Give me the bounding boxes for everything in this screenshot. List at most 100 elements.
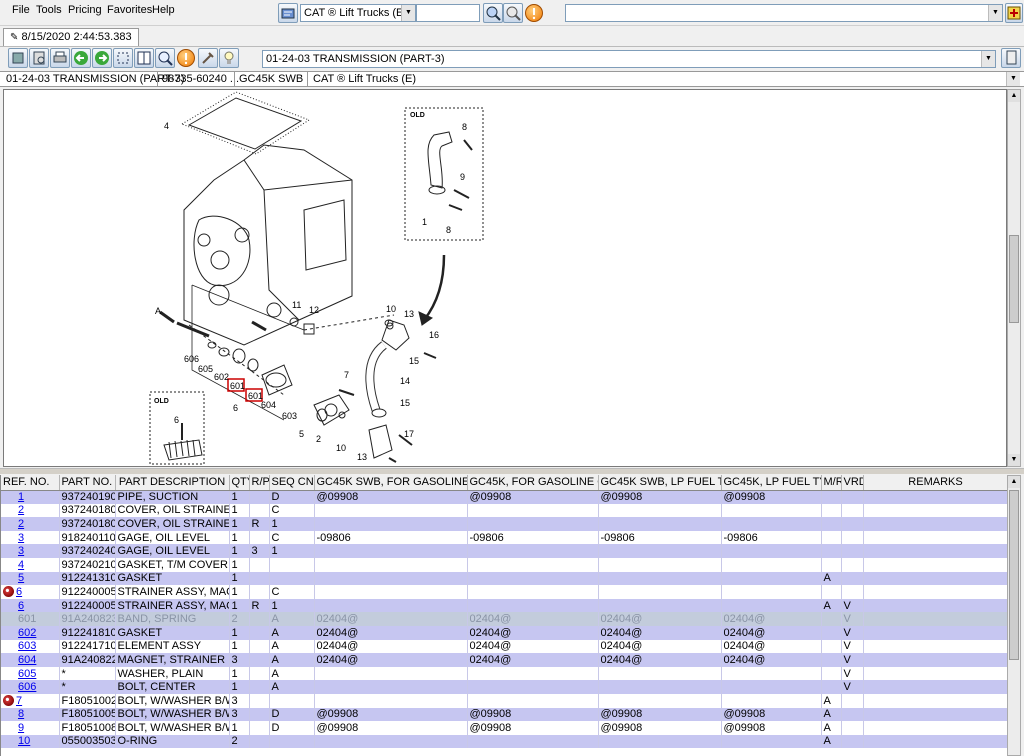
info-serial: 98735-60240 ...	[162, 73, 240, 85]
zoom-icon[interactable]	[155, 48, 175, 68]
ref-link[interactable]: 2	[18, 504, 24, 516]
chevron-down-icon[interactable]: ▼	[988, 5, 1002, 21]
alert-icon[interactable]	[525, 4, 543, 22]
cell-gc45k-gas	[467, 666, 599, 681]
col-mr[interactable]: M/R	[821, 475, 842, 491]
ref-link[interactable]: 604	[18, 654, 36, 666]
catalog-select[interactable]: CAT ® Lift Trucks (E) ▼	[300, 4, 416, 22]
ref-link[interactable]: 603	[18, 640, 36, 652]
table-row[interactable]: 60191A2408231BAND, SPRING2A02404@02404@0…	[1, 612, 1007, 626]
table-row[interactable]: 9F180510085BOLT, W/WASHER B/W1D@09908@09…	[1, 721, 1007, 735]
table-row[interactable]: 39182401102GAGE, OIL LEVEL1C-09806-09806…	[1, 530, 1007, 545]
tab-session[interactable]: ✎ 8/15/2020 2:44:53.383	[3, 28, 139, 46]
ref-link[interactable]: 8	[18, 708, 24, 720]
add-favorite-icon[interactable]	[1005, 3, 1023, 23]
table-row[interactable]: 4 9372402100GASKET, T/M COVER1	[1, 557, 1007, 572]
table-row[interactable]: 69122400052STRAINER ASSY, MAGNET1R1AV	[1, 598, 1007, 613]
ref-link[interactable]: 6	[16, 586, 22, 598]
table-row[interactable]: 29372401801COVER, OIL STRAINER1R1	[1, 517, 1007, 531]
menu-pricing[interactable]: Pricing	[68, 4, 102, 16]
back-icon[interactable]	[71, 48, 91, 68]
ref-link[interactable]: 3	[18, 532, 24, 544]
address-input[interactable]: ▼	[565, 4, 1003, 22]
table-row[interactable]: 605 * WASHER, PLAIN 1 A V	[1, 666, 1007, 681]
lightbulb-icon[interactable]	[219, 48, 239, 68]
table-scrollbar[interactable]: ▲	[1007, 475, 1021, 756]
ref-link[interactable]: 4	[18, 559, 24, 571]
table-row[interactable]: 606 * BOLT, CENTER 1 A V	[1, 680, 1007, 694]
ref-link[interactable]: 606	[18, 681, 36, 693]
ref-link[interactable]: 10	[18, 735, 30, 747]
section-select[interactable]: 01-24-03 TRANSMISSION (PART-3) ▼	[262, 50, 996, 68]
cell-gc45k-swb-gas	[314, 666, 468, 681]
search-icon[interactable]	[483, 3, 503, 23]
chevron-down-icon[interactable]: ▼	[1006, 72, 1020, 86]
ref-link[interactable]: 6	[18, 600, 24, 612]
bookmark-icon[interactable]	[3, 585, 14, 597]
ref-link[interactable]: 7	[16, 695, 22, 707]
col-gc45k-swb-lp[interactable]: GC45K SWB, LP FUEL TYPE	[598, 475, 722, 491]
menu-tools[interactable]: Tools	[36, 4, 62, 16]
col-remarks[interactable]: REMARKS	[863, 475, 1007, 491]
fit-screen-icon[interactable]	[113, 48, 133, 68]
table-row[interactable]: 60491A2408221MAGNET, STRAINER3A02404@024…	[1, 653, 1007, 667]
document-icon[interactable]	[1001, 48, 1021, 68]
col-gc45k-swb-gas[interactable]: GC45K SWB, FOR GASOLINE ONLY	[314, 475, 468, 491]
split-view-icon[interactable]	[134, 48, 154, 68]
bookmark-icon[interactable]	[3, 694, 14, 706]
table-row[interactable]: 6039122417100ELEMENT ASSY1A02404@02404@0…	[1, 639, 1007, 654]
col-rp[interactable]: R/P	[249, 475, 270, 491]
menu-file[interactable]: File	[12, 4, 30, 16]
col-description[interactable]: PART DESCRIPTION	[115, 475, 230, 491]
col-qty[interactable]: QTY	[229, 475, 250, 491]
ref-link[interactable]: 605	[18, 668, 36, 680]
col-ref[interactable]: REF. NO.	[1, 475, 60, 491]
col-seq[interactable]: SEQ CNG	[269, 475, 315, 491]
table-row[interactable]: 7 F180510025BOLT, W/WASHER B/W3 A	[1, 693, 1007, 708]
print-icon[interactable]	[50, 48, 70, 68]
drawing-scrollbar[interactable]: ▲ ▼	[1007, 89, 1021, 467]
print-setup-icon[interactable]	[8, 48, 28, 68]
tools-icon[interactable]	[198, 48, 218, 68]
ref-link[interactable]: 3	[18, 545, 24, 557]
cell-ref: 601	[1, 612, 60, 626]
search-input[interactable]	[416, 4, 480, 22]
col-gc45k-gas[interactable]: GC45K, FOR GASOLINE ONLY	[467, 475, 599, 491]
table-row[interactable]: 6 9122400051STRAINER ASSY, MAGNET1 C	[1, 585, 1007, 599]
catalog-icon[interactable]	[278, 3, 298, 23]
ref-link[interactable]: 601	[18, 613, 36, 625]
pane-splitter[interactable]	[0, 468, 1024, 474]
table-row[interactable]: 6029122418100GASKET1A02404@02404@02404@0…	[1, 625, 1007, 640]
scroll-up-icon[interactable]: ▲	[1008, 476, 1020, 488]
chevron-down-icon[interactable]: ▼	[981, 51, 995, 67]
col-gc45k-lp[interactable]: GC45K, LP FUEL TYPE	[721, 475, 822, 491]
table-row[interactable]: 19372401900PIPE, SUCTION1D@09908@09908@0…	[1, 490, 1007, 504]
ref-link[interactable]: 5	[18, 572, 24, 584]
ref-link[interactable]: 602	[18, 627, 36, 639]
warning-icon[interactable]	[177, 49, 195, 67]
ref-link[interactable]: 1	[18, 491, 24, 503]
table-row[interactable]: 39372402400GAGE, OIL LEVEL131	[1, 544, 1007, 558]
table-row[interactable]: 5 9122413100GASKET1 A	[1, 571, 1007, 586]
cell-mr	[821, 490, 842, 504]
menu-favorites[interactable]: Favorites	[107, 4, 152, 16]
zoom-search-icon[interactable]	[503, 3, 523, 23]
menu-help[interactable]: Help	[152, 4, 175, 16]
print-preview-icon[interactable]	[29, 48, 49, 68]
cell-gc45k-lp	[721, 544, 822, 558]
table-row[interactable]: 2 9372401800COVER, OIL STRAINER1 C	[1, 503, 1007, 518]
table-row[interactable]: 10 0550035030O-RING2 A	[1, 734, 1007, 749]
scroll-thumb[interactable]	[1009, 490, 1019, 660]
ref-link[interactable]: 2	[18, 518, 24, 530]
chevron-down-icon[interactable]: ▼	[401, 5, 415, 21]
col-vrd[interactable]: VRD	[841, 475, 864, 491]
forward-icon[interactable]	[92, 48, 112, 68]
cell-qty: 2	[229, 734, 250, 749]
ref-link[interactable]: 9	[18, 722, 24, 734]
parts-drawing[interactable]: 4 OLD 8 9 1 8 A 11 12 10 13 16 606 605 6…	[3, 89, 1007, 467]
scroll-down-icon[interactable]: ▼	[1008, 454, 1020, 466]
col-part-no[interactable]: PART NO.	[59, 475, 116, 491]
scroll-thumb[interactable]	[1009, 235, 1019, 323]
table-row[interactable]: 8F180510050BOLT, W/WASHER B/W3D@09908@09…	[1, 707, 1007, 722]
scroll-up-icon[interactable]: ▲	[1008, 90, 1020, 102]
